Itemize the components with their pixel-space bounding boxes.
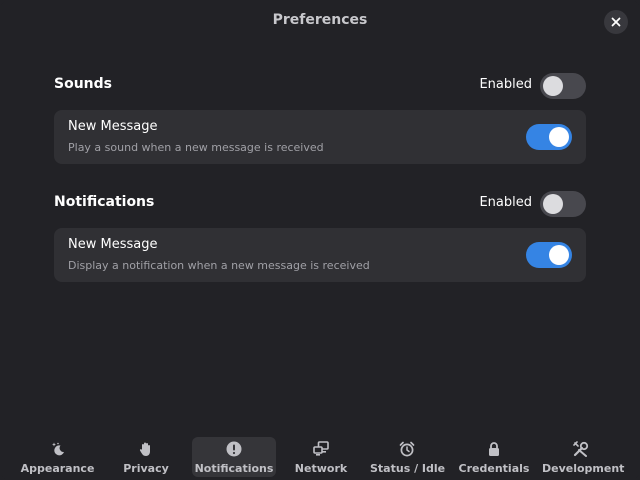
title-bar: Preferences <box>0 0 640 44</box>
notifications-new-message-row: New Message Display a notification when … <box>54 228 586 282</box>
notifications-enabled-switch[interactable] <box>540 191 586 217</box>
notifications-section-title: Notifications <box>54 194 155 210</box>
nav-item-notifications[interactable]: Notifications <box>192 437 276 477</box>
row-subtitle: Display a notification when a new messag… <box>68 259 370 272</box>
sounds-enabled-label: Enabled <box>479 77 532 92</box>
row-title: New Message <box>68 237 158 252</box>
nav-item-appearance[interactable]: Appearance <box>20 437 95 477</box>
nav-label: Appearance <box>20 462 95 475</box>
row-title: New Message <box>68 119 158 134</box>
switch-knob <box>549 245 569 265</box>
nav-label: Development <box>542 462 625 475</box>
tools-icon <box>573 441 589 457</box>
preferences-window: Preferences Sounds Enabled New Message P… <box>0 0 640 480</box>
close-button[interactable] <box>604 10 628 34</box>
notifications-section-header: Notifications Enabled <box>54 190 586 218</box>
nav-item-privacy[interactable]: Privacy <box>112 437 180 477</box>
sounds-section-header: Sounds Enabled <box>54 72 586 100</box>
hand-icon <box>138 441 154 457</box>
nav-item-development[interactable]: Development <box>542 437 625 477</box>
sounds-enabled-switch[interactable] <box>540 73 586 99</box>
lock-icon <box>486 441 502 457</box>
nav-item-status-idle[interactable]: Status / Idle <box>370 437 446 477</box>
nav-label: Privacy <box>123 462 169 475</box>
close-icon <box>611 17 621 27</box>
alarm-clock-icon <box>399 441 415 457</box>
sounds-section-title: Sounds <box>54 76 112 92</box>
sounds-new-message-row: New Message Play a sound when a new mess… <box>54 110 586 164</box>
bottom-nav-bar: Appearance Privacy Notifications Network… <box>0 434 640 480</box>
nav-label: Status / Idle <box>370 462 446 475</box>
nav-item-credentials[interactable]: Credentials <box>458 437 530 477</box>
notifications-new-message-switch[interactable] <box>526 242 572 268</box>
notifications-enabled-label: Enabled <box>479 195 532 210</box>
network-computers-icon <box>313 441 329 457</box>
row-subtitle: Play a sound when a new message is recei… <box>68 141 324 154</box>
switch-knob <box>549 127 569 147</box>
switch-knob <box>543 194 563 214</box>
nav-label: Network <box>294 462 348 475</box>
exclamation-circle-icon <box>226 441 242 457</box>
weather-clear-night-icon <box>50 441 66 457</box>
window-title: Preferences <box>272 12 368 28</box>
sounds-new-message-switch[interactable] <box>526 124 572 150</box>
nav-item-network[interactable]: Network <box>290 437 352 477</box>
nav-label: Credentials <box>458 462 530 475</box>
switch-knob <box>543 76 563 96</box>
nav-label: Notifications <box>194 462 274 475</box>
